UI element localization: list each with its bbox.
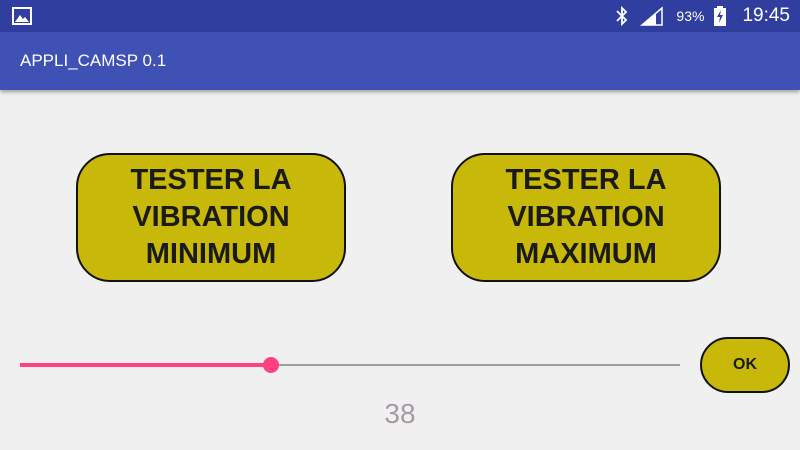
slider-thumb[interactable] [262,357,279,373]
signal-icon [640,6,664,26]
ok-button[interactable]: OK [700,337,790,393]
gallery-icon [12,7,32,25]
clock: 19:45 [742,5,790,26]
test-vibration-maximum-button[interactable]: TESTER LA VIBRATION MAXIMUM [451,153,721,282]
app-bar: APPLI_CAMSP 0.1 [0,32,800,90]
status-icons: 93% 19:45 [614,0,790,32]
app-title: APPLI_CAMSP 0.1 [20,51,167,70]
slider-fill [20,363,271,367]
battery-percent: 93% [676,8,705,24]
battery-charging-icon [714,6,727,26]
status-bar: 93% 19:45 [0,0,800,32]
bluetooth-icon [616,6,628,26]
vibration-slider[interactable] [20,357,680,373]
slider-value-label: 38 [384,398,416,429]
test-vibration-minimum-button[interactable]: TESTER LA VIBRATION MINIMUM [76,153,346,282]
